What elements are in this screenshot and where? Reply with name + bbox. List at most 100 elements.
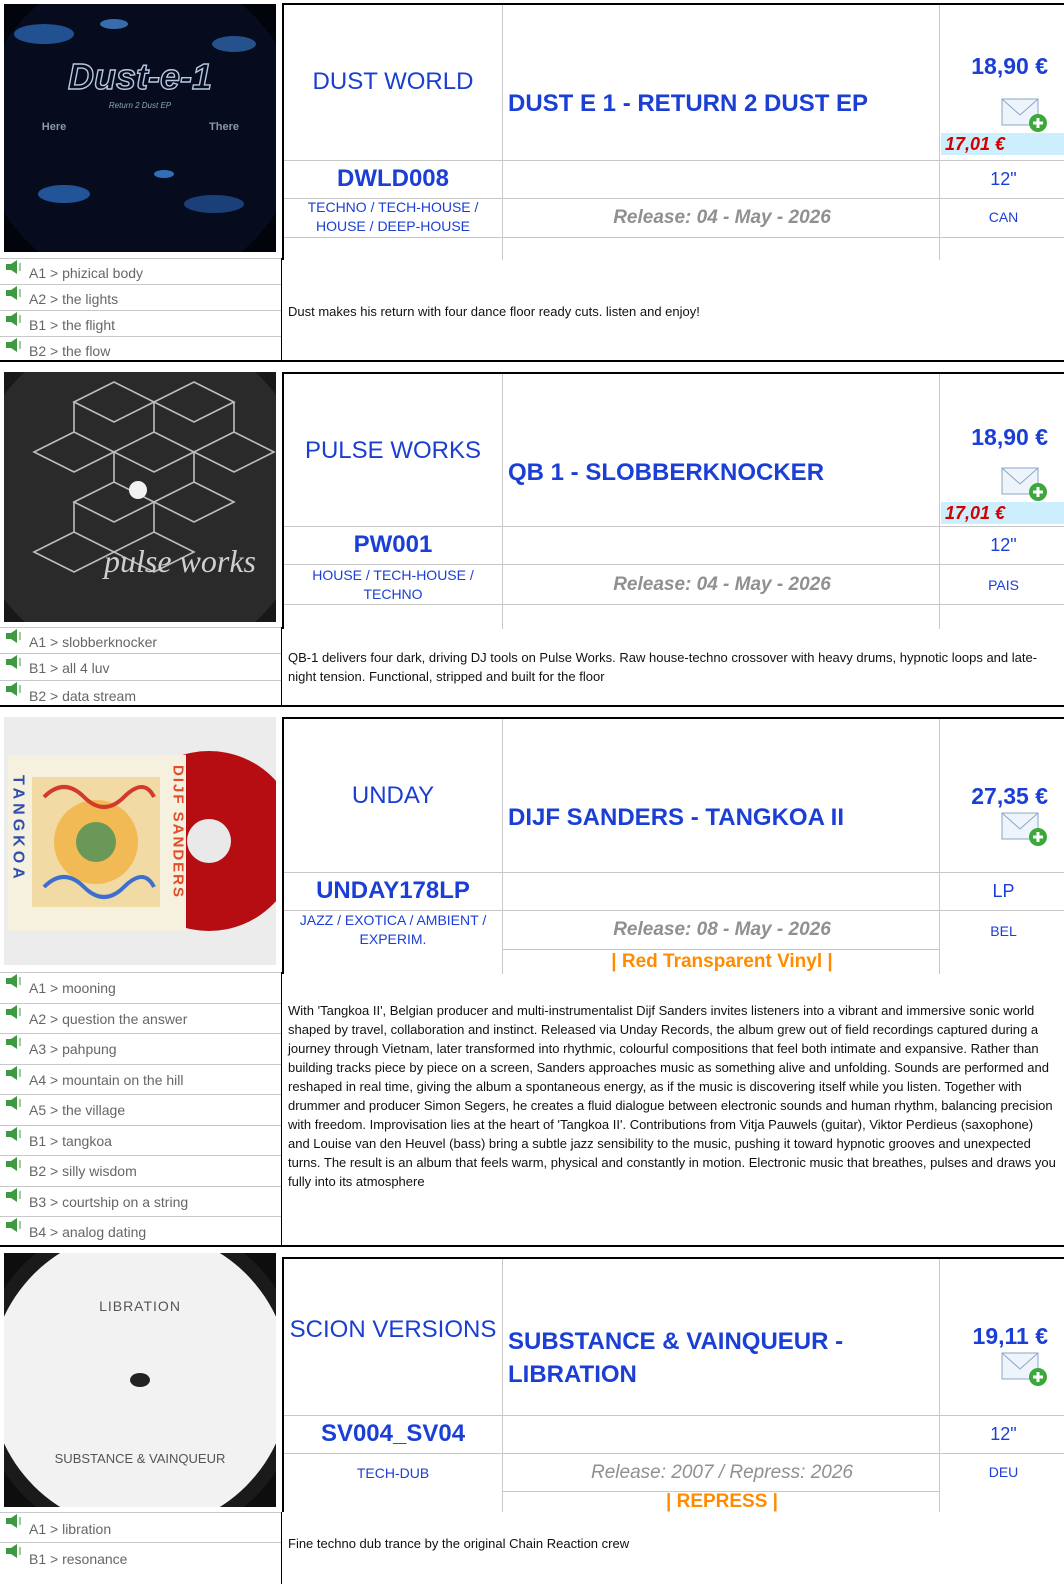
genres[interactable]: JAZZ / EXOTICA / AMBIENT / EXPERIM. <box>284 911 502 949</box>
speaker-icon[interactable] <box>6 1127 24 1144</box>
release-date: Release: 08 - May - 2026 <box>613 919 831 940</box>
track-title: A1 > slobberknocker <box>29 634 158 650</box>
track-item[interactable]: A1 > phizical body <box>0 258 281 284</box>
release-info: PULSE WORKS QB 1 - SLOBBERKNOCKER 18,90 … <box>282 372 1064 629</box>
cover-image[interactable]: LIBRATION SUBSTANCE & VAINQUEUR <box>4 1253 276 1507</box>
track-item[interactable]: B2 > silly wisdom <box>0 1155 281 1186</box>
speaker-icon[interactable] <box>6 1218 24 1235</box>
track-item[interactable]: B1 > the flight <box>0 310 281 336</box>
track-item[interactable]: A2 > question the answer <box>0 1003 281 1033</box>
track-item[interactable]: A2 > the lights <box>0 284 281 310</box>
track-item[interactable]: B1 > resonance <box>0 1542 281 1572</box>
label-name[interactable]: UNDAY <box>284 781 502 811</box>
track-item[interactable]: B4 > analog dating <box>0 1216 281 1247</box>
release-item: pulse works PULSE WORKS QB 1 - SLOBBERKN… <box>0 362 1064 707</box>
format: 12" <box>990 1424 1017 1444</box>
country: BEL <box>990 923 1017 939</box>
cover-title: LIBRATION <box>99 1298 181 1314</box>
edition-note: | Red Transparent Vinyl | <box>611 951 833 972</box>
speaker-icon[interactable] <box>6 682 24 699</box>
genres[interactable]: TECHNO / TECH-HOUSE / HOUSE / DEEP-HOUSE <box>284 198 502 236</box>
track-title: B1 > resonance <box>29 1551 128 1567</box>
release-title[interactable]: QB 1 - SLOBBERKNOCKER <box>508 456 928 489</box>
speaker-icon[interactable] <box>6 1096 24 1113</box>
price: 18,90 € <box>971 53 1048 79</box>
format: 12" <box>990 169 1017 189</box>
track-title: A3 > pahpung <box>29 1041 117 1057</box>
track-title: B1 > tangkoa <box>29 1133 112 1149</box>
track-item[interactable]: B1 > tangkoa <box>0 1125 281 1155</box>
cover-image[interactable]: TANGKOA DIJF SANDERS <box>4 717 276 965</box>
track-title: B2 > data stream <box>29 688 137 704</box>
catalog-number[interactable]: UNDAY178LP <box>284 877 502 905</box>
mail-add-icon[interactable] <box>1000 809 1048 852</box>
cover-image[interactable]: Dust-e-1 Return 2 Dust EP Here There <box>4 4 276 252</box>
cover-logo: pulse works <box>102 543 256 579</box>
genres[interactable]: TECH-DUB <box>284 1464 502 1483</box>
tracklist: A1 > mooning A2 > question the answer A3… <box>0 972 282 1247</box>
release-title[interactable]: DUST E 1 - RETURN 2 DUST EP <box>508 87 928 120</box>
speaker-icon[interactable] <box>6 1005 24 1022</box>
cover-side-a: Here <box>42 121 66 133</box>
track-item[interactable]: B1 > all 4 luv <box>0 653 281 680</box>
description: With 'Tangkoa II', Belgian producer and … <box>288 1003 1056 1189</box>
genres[interactable]: HOUSE / TECH-HOUSE / TECHNO <box>284 566 502 604</box>
speaker-icon[interactable] <box>6 1188 24 1205</box>
release-info: DUST WORLD DUST E 1 - RETURN 2 DUST EP 1… <box>282 3 1064 260</box>
speaker-icon[interactable] <box>6 974 24 991</box>
label-name[interactable]: PULSE WORKS <box>284 436 502 466</box>
track-item[interactable]: A1 > libration <box>0 1512 281 1542</box>
label-name[interactable]: DUST WORLD <box>284 67 502 97</box>
speaker-icon[interactable] <box>6 1066 24 1083</box>
track-item[interactable]: A4 > mountain on the hill <box>0 1064 281 1094</box>
release-date: Release: 04 - May - 2026 <box>613 574 831 595</box>
track-item[interactable]: A1 > slobberknocker <box>0 627 281 653</box>
release-date: Release: 2007 / Repress: 2026 <box>591 1462 853 1483</box>
speaker-icon[interactable] <box>6 629 24 646</box>
catalog-number[interactable]: PW001 <box>284 531 502 559</box>
track-item[interactable]: B2 > data stream <box>0 680 281 707</box>
release-title[interactable]: DIJF SANDERS - TANGKOA II <box>508 801 928 834</box>
cover-side-b: There <box>209 121 239 133</box>
track-item[interactable]: B3 > courtship on a string <box>0 1186 281 1216</box>
track-item[interactable]: A3 > pahpung <box>0 1033 281 1064</box>
mail-add-icon[interactable] <box>1000 1349 1048 1392</box>
edition-note: | REPRESS | <box>666 1491 778 1512</box>
speaker-icon[interactable] <box>6 338 24 355</box>
speaker-icon[interactable] <box>6 1544 24 1561</box>
catalog-number[interactable]: SV004_SV04 <box>284 1420 502 1448</box>
track-title: B1 > the flight <box>29 317 116 333</box>
track-title: B3 > courtship on a string <box>29 1194 189 1210</box>
track-title: A2 > question the answer <box>29 1011 188 1027</box>
speaker-icon[interactable] <box>6 260 24 277</box>
cover-image[interactable]: pulse works <box>4 372 276 622</box>
format: 12" <box>990 535 1017 555</box>
track-title: B2 > the flow <box>29 343 111 359</box>
track-title: A1 > phizical body <box>29 265 144 281</box>
price: 27,35 € <box>971 783 1048 809</box>
country: CAN <box>988 209 1019 225</box>
track-title: A2 > the lights <box>29 291 119 307</box>
track-item[interactable]: A5 > the village <box>0 1094 281 1125</box>
track-title: B4 > analog dating <box>29 1224 147 1240</box>
mail-add-icon[interactable] <box>1000 464 1048 507</box>
speaker-icon[interactable] <box>6 1035 24 1052</box>
speaker-icon[interactable] <box>6 1157 24 1174</box>
speaker-icon[interactable] <box>6 286 24 303</box>
cover-right-title: DIJF SANDERS <box>170 765 187 899</box>
speaker-icon[interactable] <box>6 1514 24 1531</box>
track-item[interactable]: B2 > the flow <box>0 336 281 362</box>
catalog-number[interactable]: DWLD008 <box>284 165 502 193</box>
track-title: A1 > libration <box>29 1521 112 1537</box>
speaker-icon[interactable] <box>6 312 24 329</box>
release-info: SCION VERSIONS SUBSTANCE & VAINQUEUR - L… <box>282 1257 1064 1512</box>
release-title[interactable]: SUBSTANCE & VAINQUEUR - LIBRATION <box>508 1325 928 1391</box>
track-title: B1 > all 4 luv <box>29 660 110 676</box>
track-title: B2 > silly wisdom <box>29 1163 137 1179</box>
track-item[interactable]: A1 > mooning <box>0 972 281 1003</box>
mail-add-icon[interactable] <box>1000 95 1048 138</box>
cover-artist: SUBSTANCE & VAINQUEUR <box>55 1451 226 1466</box>
label-name[interactable]: SCION VERSIONS <box>284 1315 502 1345</box>
speaker-icon[interactable] <box>6 655 24 672</box>
release-item: Dust-e-1 Return 2 Dust EP Here There DUS… <box>0 0 1064 362</box>
